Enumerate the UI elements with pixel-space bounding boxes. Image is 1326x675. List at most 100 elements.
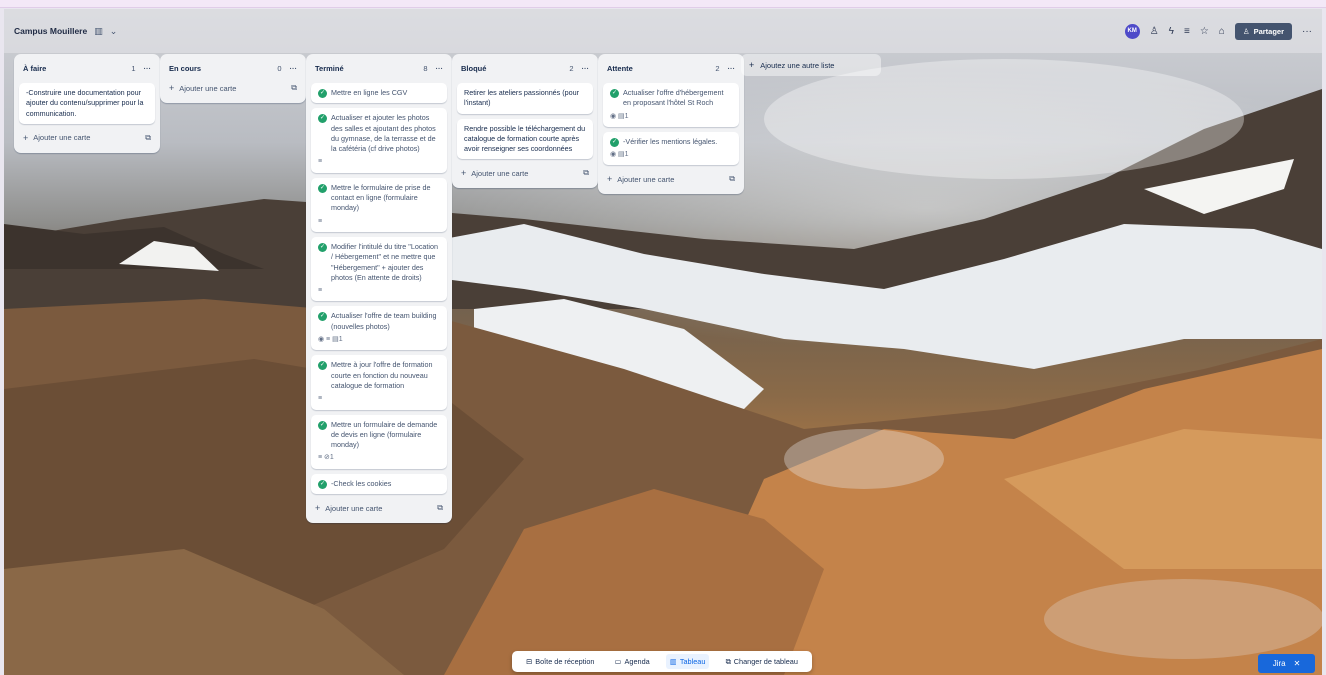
card[interactable]: Retirer les ateliers passionnés (pour l'… xyxy=(457,83,593,114)
plus-icon: + xyxy=(315,503,321,514)
add-card-label: Ajouter une carte xyxy=(471,168,529,178)
browser-top-strip xyxy=(0,0,1326,8)
list-header[interactable]: Bloqué 2 ··· xyxy=(457,58,593,78)
card[interactable]: -Construire une documentation pour ajout… xyxy=(19,83,155,124)
add-card-button[interactable]: + Ajouter une carte ⧉ xyxy=(603,169,739,189)
card[interactable]: ✓ Actualiser l'offre d'hébergement en pro… xyxy=(603,83,739,127)
list-menu-icon[interactable]: ··· xyxy=(290,64,298,73)
board-title[interactable]: Campus Mouillere xyxy=(14,26,87,36)
card-template-icon[interactable]: ⧉ xyxy=(583,168,589,178)
list-header[interactable]: À faire 1 ··· xyxy=(19,58,155,78)
share-button[interactable]: ♙ Partager xyxy=(1234,22,1292,40)
add-card-label: Ajouter une carte xyxy=(617,174,675,184)
list-header[interactable]: Terminé 8 ··· xyxy=(311,58,447,78)
check-icon[interactable]: ✓ xyxy=(610,137,619,147)
nav-planner[interactable]: ▭ Agenda xyxy=(611,654,654,669)
automation-icon[interactable]: ϟ xyxy=(1169,26,1174,37)
nav-board[interactable]: ▥ Tableau xyxy=(665,654,710,669)
list-title[interactable]: Attente xyxy=(607,64,633,73)
board-switch-icon[interactable]: ▥ xyxy=(94,26,103,37)
plus-icon: + xyxy=(23,132,29,143)
description-icon: ≡ xyxy=(318,287,323,295)
star-icon[interactable]: ☆ xyxy=(1200,26,1209,37)
add-list-label: Ajoutez une autre liste xyxy=(760,60,835,70)
card-badges: ◉ ≡ ▤1 xyxy=(318,336,343,344)
card[interactable]: ✓ Mettre en ligne les CGV xyxy=(311,83,447,104)
card-template-icon[interactable]: ⧉ xyxy=(729,174,735,184)
list-card-count: 2 xyxy=(569,63,574,73)
check-icon[interactable]: ✓ xyxy=(610,89,619,98)
close-icon[interactable]: ✕ xyxy=(1294,659,1301,668)
add-card-button[interactable]: + Ajouter une carte ⧉ xyxy=(19,128,155,148)
card-title: Mettre un formulaire de demande de devis… xyxy=(331,419,438,450)
card-template-icon[interactable]: ⧉ xyxy=(437,503,443,513)
check-icon[interactable]: ✓ xyxy=(318,242,327,252)
nav-planner-label: Agenda xyxy=(624,657,650,666)
list-header[interactable]: En cours 0 ··· xyxy=(165,58,301,78)
plus-icon: + xyxy=(169,83,175,93)
card-title: Mettre à jour l'offre de formation court… xyxy=(331,360,433,390)
add-list-button[interactable]: + Ajoutez une autre liste xyxy=(741,54,881,76)
list-title[interactable]: En cours xyxy=(169,64,201,73)
chevron-down-icon[interactable]: ⌄ xyxy=(110,26,118,37)
plus-icon: + xyxy=(607,174,613,185)
card-title: Actualiser l'offre de team building (nou… xyxy=(331,311,437,331)
list-title[interactable]: Bloqué xyxy=(461,64,486,73)
list-card-count: 0 xyxy=(277,63,282,73)
card[interactable]: ✓ Actualiser l'offre de team building (no… xyxy=(311,306,447,351)
list-menu-icon[interactable]: ··· xyxy=(728,64,736,73)
card[interactable]: ✓ Mettre un formulaire de demande de devi… xyxy=(311,414,447,469)
add-card-button[interactable]: + Ajouter une carte ⧉ xyxy=(457,163,593,183)
list-bloque: Bloqué 2 ··· Retirer les ateliers passio… xyxy=(452,54,598,189)
list-title[interactable]: Terminé xyxy=(315,64,344,73)
filter-icon[interactable]: ≡ xyxy=(1184,26,1190,37)
list-menu-icon[interactable]: ··· xyxy=(144,64,152,73)
card[interactable]: ✓ Mettre le formulaire de prise de contac… xyxy=(311,177,447,232)
add-card-label: Ajouter une carte xyxy=(325,503,383,513)
check-icon[interactable]: ✓ xyxy=(318,361,327,371)
card-template-icon[interactable]: ⧉ xyxy=(145,133,151,143)
card-badges: ◉ ▤1 xyxy=(610,112,629,120)
card[interactable]: Rendre possible le téléchargement du cat… xyxy=(457,118,593,160)
lock-icon[interactable]: ⌂ xyxy=(1219,26,1225,37)
card-title: Rendre possible le téléchargement du cat… xyxy=(464,123,586,154)
list-menu-icon[interactable]: ··· xyxy=(436,64,444,73)
list-a-faire: À faire 1 ··· -Construire une documentat… xyxy=(14,54,160,153)
list-menu-icon[interactable]: ··· xyxy=(582,64,590,73)
nav-switch-board[interactable]: ⧉ Changer de tableau xyxy=(722,654,802,670)
list-en-cours: En cours 0 ··· + Ajouter une carte ⧉ xyxy=(160,54,306,103)
nav-inbox[interactable]: ⊟ Boîte de réception xyxy=(522,654,598,669)
card[interactable]: ✓ Modifier l'intitulé du titre "Location … xyxy=(311,236,447,302)
inbox-icon: ⊟ xyxy=(526,657,533,666)
jira-label: Jira xyxy=(1272,659,1286,668)
calendar-icon: ▭ xyxy=(614,657,622,666)
card-title: Actualiser l'offre d'hébergement en prop… xyxy=(623,88,724,108)
jira-button[interactable]: Jira ✕ xyxy=(1258,654,1315,673)
board-icon: ▥ xyxy=(669,657,677,666)
card-title: -Check les cookies xyxy=(331,478,392,488)
list-card-count: 1 xyxy=(131,63,136,73)
add-card-button[interactable]: + Ajouter une carte ⧉ xyxy=(311,498,447,518)
avatar[interactable]: KM xyxy=(1124,23,1140,39)
card[interactable]: ✓ Actualiser et ajouter les photos des sa… xyxy=(311,108,447,173)
description-icon: ≡ xyxy=(318,395,323,403)
check-icon[interactable]: ✓ xyxy=(318,114,327,124)
list-card-count: 2 xyxy=(715,63,720,73)
check-icon[interactable]: ✓ xyxy=(318,89,327,98)
list-title[interactable]: À faire xyxy=(23,64,46,73)
person-add-icon: ♙ xyxy=(1242,26,1250,36)
check-icon[interactable]: ✓ xyxy=(318,420,327,430)
list-header[interactable]: Attente 2 ··· xyxy=(603,58,739,78)
card-template-icon[interactable]: ⧉ xyxy=(291,83,297,93)
card[interactable]: ✓ -Check les cookies xyxy=(311,473,447,495)
check-icon[interactable]: ✓ xyxy=(318,479,327,489)
card-title: Retirer les ateliers passionnés (pour l'… xyxy=(464,88,580,108)
more-icon[interactable]: ··· xyxy=(1302,26,1312,37)
add-card-button[interactable]: + Ajouter une carte ⧉ xyxy=(165,78,301,98)
card[interactable]: ✓ Mettre à jour l'offre de formation cour… xyxy=(311,355,447,410)
nav-board-label: Tableau xyxy=(679,657,706,666)
check-icon[interactable]: ✓ xyxy=(318,183,327,193)
check-icon[interactable]: ✓ xyxy=(318,312,327,322)
card[interactable]: ✓ -Vérifier les mentions légales. ◉ ▤1 xyxy=(603,131,739,166)
power-up-icon[interactable]: ♙ xyxy=(1150,26,1159,37)
